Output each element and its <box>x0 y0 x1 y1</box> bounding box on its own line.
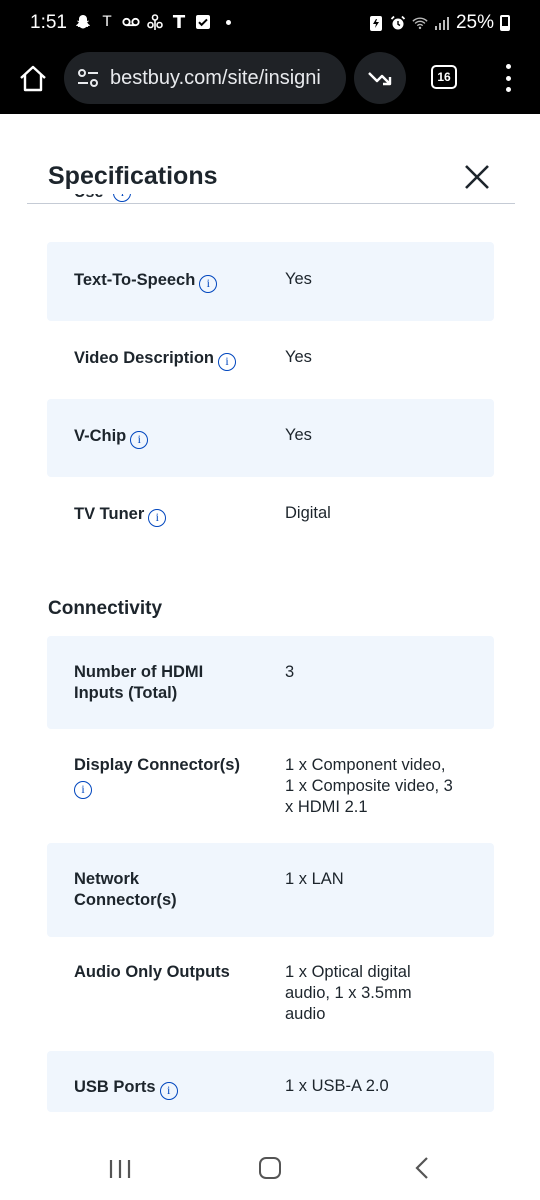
battery-icon <box>500 15 510 31</box>
spec-row-audio-outputs: Audio Only Outputs 1 x Optical digital a… <box>47 937 494 1051</box>
spec-row-tv-tuner: TV Tuner i Digital <box>47 477 494 555</box>
wifi-icon <box>412 14 428 32</box>
status-time: 1:51 <box>30 12 67 33</box>
close-button[interactable] <box>462 162 492 192</box>
spec-label: V-Chip i <box>74 426 149 449</box>
spec-header: Specifications <box>0 114 540 204</box>
spec-value: 1 x Optical digital audio, 1 x 3.5mm aud… <box>285 962 412 1025</box>
spec-label-line: Number of HDMI <box>74 663 204 681</box>
system-navigation-bar <box>0 1130 540 1200</box>
spec-value-line: audio, 1 x 3.5mm <box>285 984 412 1002</box>
spec-value-line: 1 x LAN <box>285 870 344 888</box>
spec-label: USB Ports i <box>74 1077 178 1100</box>
address-bar[interactable]: bestbuy.com/site/insigni <box>64 52 346 104</box>
spec-label-line: Network <box>74 870 140 888</box>
site-settings-icon[interactable] <box>76 66 100 90</box>
page-title: Specifications <box>48 162 218 190</box>
spec-row-hdmi-inputs: Number of HDMI Inputs (Total) 3 <box>47 636 494 729</box>
spec-label-text: USB Ports <box>74 1078 156 1096</box>
t-mobile-icon: T <box>172 11 186 33</box>
info-icon[interactable]: i <box>217 353 236 371</box>
close-icon <box>465 165 489 189</box>
snapchat-icon <box>74 13 92 31</box>
spec-row-video-description: Video Description i Yes <box>47 321 494 399</box>
menu-dot <box>505 64 511 69</box>
spec-label-line: Display Connector(s) <box>74 756 240 774</box>
status-system-icons: 25% <box>368 12 510 34</box>
price-tracking-button[interactable] <box>354 52 406 104</box>
spec-value-line: 1 x Composite video, 3 <box>285 777 453 795</box>
info-icon[interactable]: i <box>159 1082 178 1100</box>
spec-value-line: 3 <box>285 663 295 681</box>
spec-value: 3 <box>285 662 294 683</box>
alarm-icon <box>390 14 406 32</box>
signal-icon <box>434 14 450 32</box>
spec-value-line: 1 x USB-A 2.0 <box>285 1077 389 1095</box>
home-button[interactable] <box>16 62 50 96</box>
header-divider <box>27 203 515 204</box>
tab-switcher-button[interactable]: 16 <box>431 65 457 89</box>
spec-label-text: V-Chip <box>74 427 127 445</box>
spec-value: 1 x LAN <box>285 869 344 890</box>
spec-row-text-to-speech: Text-To-Speech i Yes <box>47 242 494 321</box>
spec-value: Digital <box>285 504 331 522</box>
info-icon[interactable]: i <box>74 781 92 799</box>
info-icon[interactable]: i <box>148 509 167 527</box>
menu-dot <box>505 87 511 92</box>
spec-value: Yes <box>285 270 312 288</box>
info-icon[interactable]: i <box>113 194 132 202</box>
spec-value: 1 x USB-A 2.0 <box>285 1076 389 1097</box>
spec-label-line: Connector(s) <box>74 891 177 909</box>
back-button[interactable] <box>412 1156 432 1180</box>
spec-value-line: 1 x Component video, <box>285 756 446 774</box>
url-text: bestbuy.com/site/insigni <box>110 66 321 89</box>
browser-toolbar: bestbuy.com/site/insigni 16 <box>0 52 540 114</box>
spec-label: Video Description i <box>74 348 236 371</box>
home-icon <box>20 65 46 92</box>
spec-label: Display Connector(s) i <box>74 755 240 799</box>
spec-row-network-connectors: Network Connector(s) 1 x LAN <box>47 843 494 937</box>
spec-value-line: audio <box>285 1005 326 1023</box>
spec-label: Text-To-Speech i <box>74 270 218 293</box>
info-icon[interactable]: i <box>130 431 149 449</box>
info-icon[interactable]: i <box>199 275 218 293</box>
spec-label: Network Connector(s) <box>74 869 177 911</box>
spec-label-text: Video Description <box>74 349 214 367</box>
spec-row-v-chip: V-Chip i Yes <box>47 399 494 477</box>
spec-row-usb-ports: USB Ports i 1 x USB-A 2.0 <box>47 1051 494 1112</box>
spec-value-line: x HDMI 2.1 <box>285 798 368 816</box>
spec-value: Yes <box>285 426 312 444</box>
section-title-connectivity: Connectivity <box>48 598 163 619</box>
spec-label: Number of HDMI Inputs (Total) <box>74 662 203 704</box>
spec-value: Yes <box>285 348 312 366</box>
t-mobile-icon: T <box>102 14 112 30</box>
spec-row-display-connectors: Display Connector(s) i 1 x Component vid… <box>47 729 494 843</box>
spec-label-text: TV Tuner <box>74 505 145 523</box>
browser-menu-button[interactable] <box>498 64 518 92</box>
spec-label-line: Inputs (Total) <box>74 684 178 702</box>
menu-dot <box>505 75 511 81</box>
battery-percentage: 25% <box>455 12 494 33</box>
status-bar: 1:51 T T 25% <box>0 0 540 52</box>
more-notifications-dot <box>226 19 231 25</box>
spec-label: Audio Only Outputs <box>74 962 230 983</box>
checkbox-icon <box>194 13 212 31</box>
share-icon <box>146 13 164 31</box>
spec-value-line: 1 x Optical digital <box>285 963 411 981</box>
spec-label: TV Tuner i <box>74 504 167 527</box>
trending-down-icon <box>368 72 392 86</box>
spec-label-text: Text-To-Speech <box>74 271 196 289</box>
voicemail-icon <box>122 13 140 31</box>
status-notification-icons: T T <box>74 11 231 33</box>
spec-value: 1 x Component video, 1 x Composite video… <box>285 755 453 818</box>
recent-apps-button[interactable] <box>108 1158 132 1180</box>
spec-label-line: Audio Only Outputs <box>74 963 230 981</box>
clipped-spec-label: Use <box>74 194 103 202</box>
battery-saver-icon <box>368 14 384 32</box>
home-nav-button[interactable] <box>259 1157 281 1179</box>
